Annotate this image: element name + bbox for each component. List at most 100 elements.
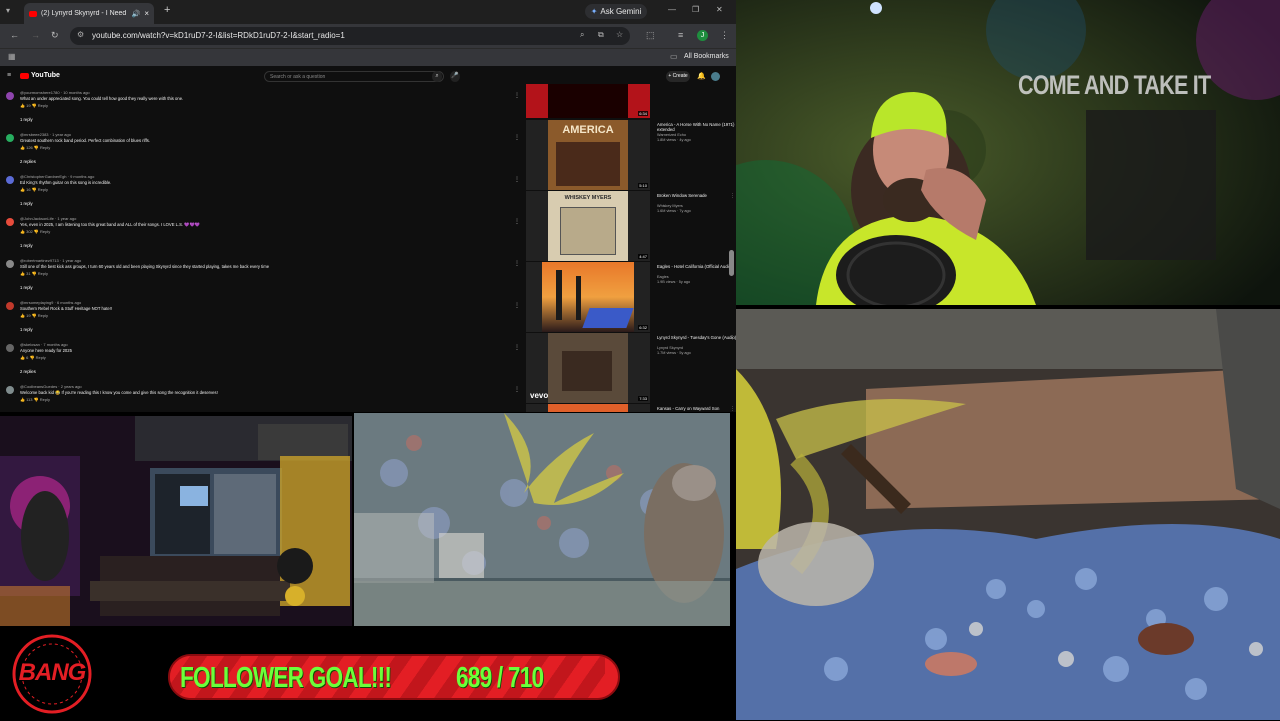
video-thumbnail[interactable]: vevo 7:33 — [526, 333, 650, 403]
comment-author[interactable]: @yourmomshere1780 · 10 months ago — [20, 90, 90, 95]
video-thumbnail[interactable]: AMERICA 5:10 — [526, 120, 650, 190]
video-thumbnail[interactable] — [526, 404, 650, 412]
like-icon[interactable]: 👍 — [20, 355, 25, 360]
view-replies-button[interactable]: 2 replies — [20, 369, 36, 374]
comment-avatar[interactable] — [6, 260, 14, 268]
comment-author[interactable]: @mrsomeplaying9 · 6 months ago — [20, 300, 81, 305]
like-icon[interactable]: 👍 — [20, 229, 25, 234]
youtube-logo[interactable]: YouTube — [20, 72, 60, 79]
reply-button[interactable]: Reply — [40, 145, 50, 150]
comment-avatar[interactable] — [6, 92, 14, 100]
video-thumbnail[interactable]: WHISKEY MYERS 4:47 — [526, 191, 650, 261]
bookmark-star-icon[interactable]: ☆ — [616, 30, 623, 39]
media-icon[interactable]: ≡ — [678, 30, 683, 40]
video-thumbnail[interactable]: 6:34 — [526, 84, 650, 118]
microphone-icon[interactable]: 🎤 — [450, 71, 460, 82]
extensions-icon[interactable]: ⬚ — [646, 30, 655, 41]
like-icon[interactable]: 👍 — [20, 145, 25, 150]
comment-avatar[interactable] — [6, 176, 14, 184]
dislike-icon[interactable]: 👎 — [34, 229, 39, 234]
search-icon[interactable]: ⌕ — [432, 71, 442, 82]
video-menu-icon[interactable]: ⋮ — [730, 193, 735, 199]
reply-button[interactable]: Reply — [36, 355, 46, 360]
back-icon[interactable]: ← — [10, 30, 19, 40]
notifications-icon[interactable]: 🔔 — [697, 72, 706, 80]
dislike-icon[interactable]: 👎 — [32, 103, 37, 108]
video-menu-icon[interactable]: ⋮ — [730, 122, 735, 128]
zoom-icon[interactable]: ⌕ — [580, 30, 584, 40]
comment-author[interactable]: @JohnJacksonLife · 1 year ago — [20, 216, 76, 221]
browser-window: ▾ (2) Lynyrd Skynyrd - I Need 🔊 × + ✦ As… — [0, 0, 736, 412]
view-replies-button[interactable]: 1 reply — [20, 117, 33, 122]
like-icon[interactable]: 👍 — [20, 313, 25, 318]
all-bookmarks-link[interactable]: All Bookmarks — [684, 53, 729, 60]
comment-avatar[interactable] — [6, 134, 14, 142]
forward-icon[interactable]: → — [31, 30, 40, 40]
cast-icon[interactable]: ⧉ — [598, 30, 604, 40]
comment-author[interactable]: @robertmartinez9713 · 1 year ago — [20, 258, 81, 263]
comment-avatar[interactable] — [6, 386, 14, 394]
tab-search-icon[interactable]: ▾ — [6, 6, 10, 15]
close-tab-icon[interactable]: × — [144, 9, 149, 18]
create-button[interactable]: + Create — [666, 71, 690, 82]
speaker-icon[interactable]: 🔊 — [132, 10, 141, 18]
ask-gemini-button[interactable]: ✦ Ask Gemini — [585, 4, 647, 19]
dislike-icon[interactable]: 👎 — [34, 145, 39, 150]
video-thumbnail[interactable]: 6:32 — [526, 262, 650, 332]
tab-youtube[interactable]: (2) Lynyrd Skynyrd - I Need 🔊 × — [24, 3, 154, 24]
dislike-icon[interactable]: 👎 — [32, 271, 37, 276]
comment-author[interactable]: @skelosan · 7 months ago — [20, 342, 68, 347]
reply-button[interactable]: Reply — [38, 187, 48, 192]
dislike-icon[interactable]: 👎 — [32, 313, 37, 318]
close-window-icon[interactable]: ✕ — [716, 5, 723, 14]
hamburger-icon[interactable]: ≡ — [7, 72, 11, 79]
video-title[interactable]: Broken Window Serenade — [657, 193, 736, 198]
video-title[interactable]: Eagles - Hotel California (Official Audi… — [657, 264, 736, 269]
site-info-icon[interactable]: ⚙ — [77, 30, 84, 39]
new-tab-button[interactable]: + — [164, 4, 170, 16]
view-replies-button[interactable]: 2 replies — [20, 159, 36, 164]
reply-button[interactable]: Reply — [40, 229, 50, 234]
view-replies-button[interactable]: 1 reply — [20, 201, 33, 206]
reply-button[interactable]: Reply — [38, 271, 48, 276]
profile-avatar[interactable]: J — [697, 30, 708, 41]
comment-avatar[interactable] — [6, 344, 14, 352]
up-next-video[interactable]: 6:32 Eagles - Hotel California (Official … — [526, 262, 736, 332]
up-next-video[interactable]: Kansas - Carry on Wayward Son ⋮ — [526, 404, 736, 412]
like-icon[interactable]: 👍 — [20, 187, 25, 192]
comment-avatar[interactable] — [6, 218, 14, 226]
menu-icon[interactable]: ⋮ — [720, 30, 729, 41]
like-icon[interactable]: 👍 — [20, 271, 25, 276]
like-icon[interactable]: 👍 — [20, 397, 25, 402]
dislike-icon[interactable]: 👎 — [32, 187, 37, 192]
comment-avatar[interactable] — [6, 302, 14, 310]
scrollbar-thumb[interactable] — [729, 250, 734, 276]
video-menu-icon[interactable]: ⋮ — [730, 335, 735, 341]
url-bar[interactable]: ⚙ youtube.com/watch?v=kD1ruD7-2-I&list=R… — [70, 27, 630, 45]
like-icon[interactable]: 👍 — [20, 103, 25, 108]
video-title[interactable]: Kansas - Carry on Wayward Son — [657, 406, 736, 411]
dislike-icon[interactable]: 👎 — [29, 355, 34, 360]
view-replies-button[interactable]: 1 reply — [20, 327, 33, 332]
video-title[interactable]: Lynyrd Skynyrd - Tuesday's Gone (Audio) — [657, 335, 736, 340]
up-next-video[interactable]: AMERICA 5:10 America - A Horse With No Nam… — [526, 120, 736, 190]
reply-button[interactable]: Reply — [40, 397, 50, 402]
comment-author[interactable]: @mrsbeee2383 · 1 year ago — [20, 132, 71, 137]
comment-author[interactable]: @CoolbeansGuedes · 2 years ago — [20, 384, 82, 389]
video-menu-icon[interactable]: ⋮ — [730, 406, 735, 412]
reply-button[interactable]: Reply — [38, 103, 48, 108]
maximize-icon[interactable]: ❐ — [692, 5, 699, 14]
view-replies-button[interactable]: 1 reply — [20, 285, 33, 290]
video-title[interactable]: America - A Horse With No Name (1971) ex… — [657, 122, 736, 132]
minimize-icon[interactable]: — — [668, 5, 676, 14]
comment-author[interactable]: @ChristopherGardnerEgh · 9 months ago — [20, 174, 94, 179]
reply-button[interactable]: Reply — [38, 313, 48, 318]
youtube-search-input[interactable]: Search or ask a question — [264, 71, 444, 82]
dislike-icon[interactable]: 👎 — [34, 397, 39, 402]
up-next-video[interactable]: vevo 7:33 Lynyrd Skynyrd - Tuesday's Gone … — [526, 333, 736, 403]
view-replies-button[interactable]: 1 reply — [20, 243, 33, 248]
youtube-avatar[interactable] — [711, 72, 720, 81]
reload-icon[interactable]: ↻ — [51, 30, 59, 41]
apps-icon[interactable]: ▦ — [8, 52, 16, 61]
up-next-video[interactable]: WHISKEY MYERS 4:47 Broken Window Serenade W… — [526, 191, 736, 261]
